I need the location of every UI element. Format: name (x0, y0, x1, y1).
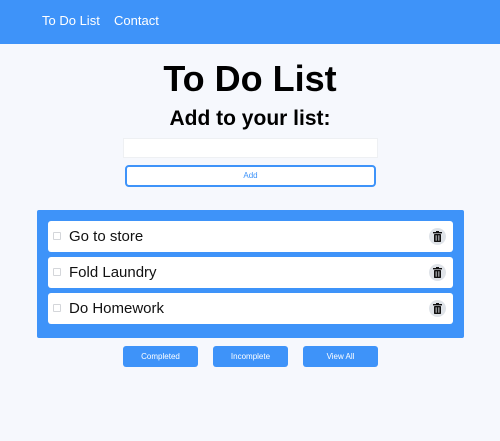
task-input[interactable] (123, 138, 378, 158)
page-title: To Do List (163, 58, 337, 99)
completed-filter-button[interactable]: Completed (123, 346, 198, 367)
todo-item: Go to store (48, 221, 453, 252)
nav-link-todo-list[interactable]: To Do List (42, 13, 100, 28)
todo-checkbox[interactable] (53, 304, 61, 312)
view-all-filter-button[interactable]: View All (303, 346, 378, 367)
todo-text: Do Homework (69, 300, 165, 317)
add-button[interactable]: Add (125, 165, 376, 187)
navbar: To Do List Contact (0, 0, 500, 44)
delete-button[interactable] (429, 300, 446, 317)
todo-item: Fold Laundry (48, 257, 453, 288)
trash-icon (433, 303, 442, 314)
delete-button[interactable] (429, 264, 446, 281)
todo-text: Fold Laundry (69, 264, 157, 281)
trash-icon (433, 231, 442, 242)
todo-text: Go to store (69, 228, 144, 245)
trash-icon (433, 267, 442, 278)
todo-item: Do Homework (48, 293, 453, 324)
todo-list: Go to store Fold Laundry Do Homework (37, 210, 464, 338)
todo-checkbox[interactable] (53, 268, 61, 276)
todo-checkbox[interactable] (53, 232, 61, 240)
add-list-heading: Add to your list: (169, 107, 331, 130)
nav-link-contact[interactable]: Contact (114, 13, 159, 28)
delete-button[interactable] (429, 228, 446, 245)
incomplete-filter-button[interactable]: Incomplete (213, 346, 288, 367)
